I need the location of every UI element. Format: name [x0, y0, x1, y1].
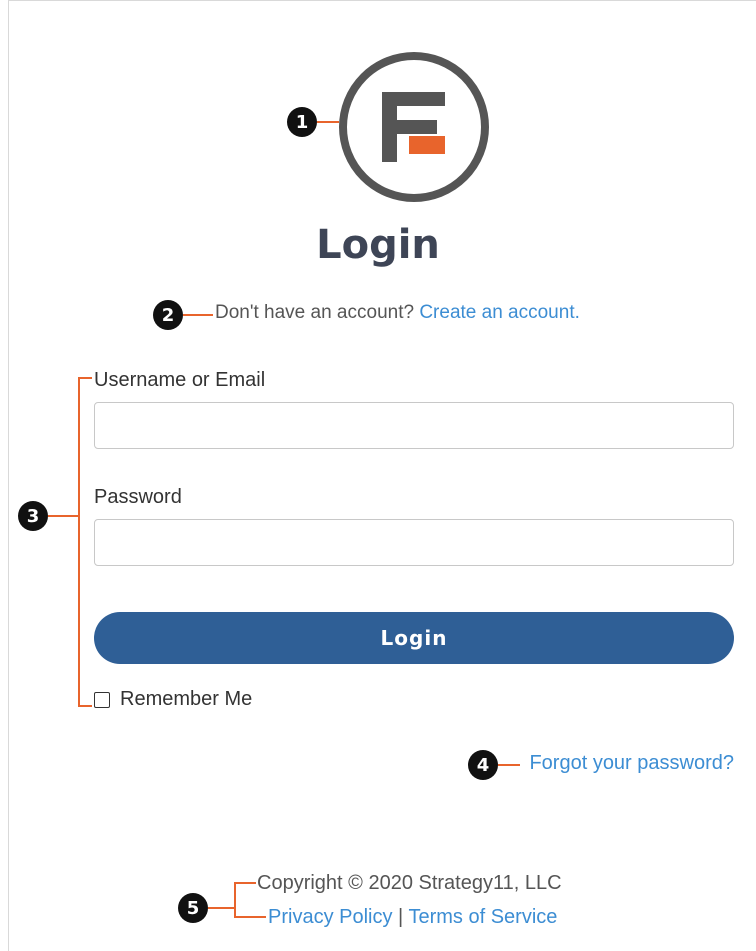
copyright-text: Copyright © 2020 Strategy11, LLC	[257, 872, 562, 894]
callout-line-3-bottom	[78, 705, 92, 707]
username-label: Username or Email	[94, 369, 266, 391]
remember-me-label: Remember Me	[120, 688, 253, 710]
footer-links: Privacy Policy | Terms of Service	[268, 906, 557, 929]
callout-line-5-stem	[208, 907, 234, 909]
privacy-policy-link[interactable]: Privacy Policy	[268, 906, 392, 928]
callout-badge-4: 4	[468, 750, 498, 780]
signup-prompt: Don't have an account? Create an account…	[215, 302, 580, 324]
username-input[interactable]	[94, 402, 734, 449]
callout-line-1	[317, 121, 339, 123]
callout-badge-3: 3	[18, 501, 48, 531]
page-title: Login	[316, 222, 440, 268]
password-label: Password	[94, 486, 182, 508]
remember-me-checkbox[interactable]	[94, 691, 110, 708]
callout-badge-5: 5	[178, 893, 208, 923]
callout-line-3-top	[78, 377, 92, 379]
remember-me-row[interactable]: Remember Me	[94, 688, 252, 711]
password-input[interactable]	[94, 519, 734, 566]
terms-of-service-link[interactable]: Terms of Service	[408, 906, 557, 928]
callout-line-4	[498, 764, 520, 766]
callout-line-5-bottom	[234, 916, 266, 918]
callout-line-5-top	[234, 882, 256, 884]
create-account-link[interactable]: Create an account.	[419, 302, 580, 323]
callout-badge-2: 2	[153, 300, 183, 330]
footer-separator: |	[398, 906, 404, 928]
login-button[interactable]: Login	[94, 612, 734, 664]
signup-prompt-text: Don't have an account?	[215, 302, 415, 323]
callout-line-5-bracket	[234, 882, 236, 918]
callout-line-3-stem	[48, 515, 78, 517]
callout-badge-1: 1	[287, 107, 317, 137]
forgot-password-link[interactable]: Forgot your password?	[529, 752, 734, 775]
formidable-logo-icon	[339, 52, 489, 202]
callout-line-2	[183, 314, 213, 316]
callout-line-3-bracket	[78, 377, 80, 707]
